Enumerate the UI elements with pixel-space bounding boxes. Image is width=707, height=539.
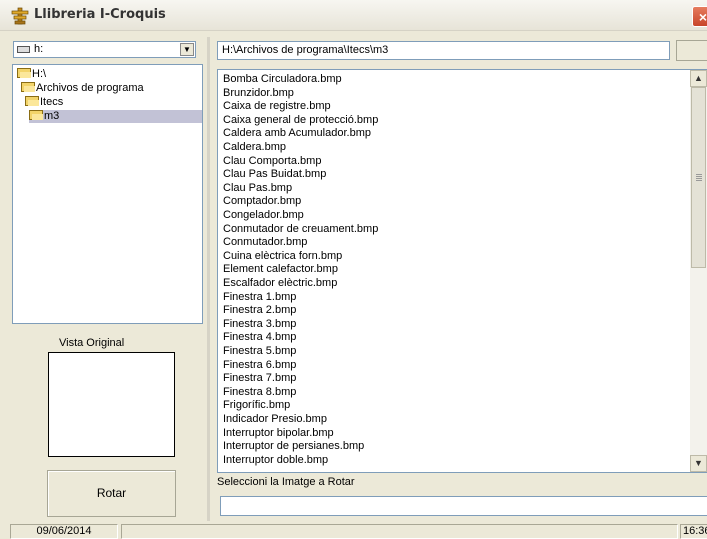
file-list-item[interactable]: Finestra 7.bmp <box>223 371 296 385</box>
drive-icon <box>17 46 30 53</box>
file-list-item[interactable]: Finestra 8.bmp <box>223 385 296 399</box>
file-list-item[interactable]: Caldera.bmp <box>223 140 286 154</box>
tree-item-itecs[interactable]: Itecs <box>25 96 63 109</box>
status-panel-empty <box>121 524 678 539</box>
close-icon: × <box>698 9 707 25</box>
tree-item-label: m3 <box>44 110 60 122</box>
tree-item-m3[interactable]: m3 <box>29 110 202 123</box>
file-list-item[interactable]: Interruptor de persianes.bmp <box>223 439 364 453</box>
status-bar: 09/06/2014 16:36 <box>0 523 707 539</box>
scroll-thumb[interactable] <box>691 87 706 268</box>
thumb-grip <box>696 180 702 181</box>
preview-label: Vista Original <box>59 337 125 349</box>
thumb-grip <box>696 178 702 179</box>
file-list-scrollbar[interactable]: ▲ ▼ <box>690 70 707 472</box>
rotate-button[interactable]: Rotar <box>47 470 176 517</box>
file-list-item[interactable]: Element calefactor.bmp <box>223 262 338 276</box>
main-window: Llibreria I-Croquis × h: ▼ H:\ Archivos … <box>0 0 707 539</box>
file-list-item[interactable]: Comptador.bmp <box>223 194 301 208</box>
status-date: 09/06/2014 <box>10 524 118 539</box>
path-field[interactable]: H:\Archivos de programa\Itecs\m3 <box>217 41 670 60</box>
file-list-item[interactable]: Caixa general de protecció.bmp <box>223 113 378 127</box>
file-list-item[interactable]: Indicador Presio.bmp <box>223 412 327 426</box>
file-list-item[interactable]: Finestra 3.bmp <box>223 317 296 331</box>
file-list-item[interactable]: Cuina elèctrica forn.bmp <box>223 249 342 263</box>
file-list-item[interactable]: Caldera amb Acumulador.bmp <box>223 126 371 140</box>
file-list-item[interactable]: Caixa de registre.bmp <box>223 99 331 113</box>
path-button[interactable] <box>676 40 707 61</box>
preview-image-box <box>48 352 175 457</box>
chevron-down-icon: ▼ <box>694 458 703 468</box>
file-list-item[interactable]: Bomba Circuladora.bmp <box>223 72 342 86</box>
file-list-item[interactable]: Finestra 1.bmp <box>223 290 296 304</box>
tree-item-label: H:\ <box>32 68 47 80</box>
file-list-item[interactable]: Brunzidor.bmp <box>223 86 294 100</box>
file-list-item[interactable]: Escalfador elèctric.bmp <box>223 276 337 290</box>
file-list-item[interactable]: Finestra 4.bmp <box>223 330 296 344</box>
file-list-item[interactable]: Finestra 6.bmp <box>223 358 296 372</box>
panel-splitter[interactable] <box>207 37 210 521</box>
tree-item-h-drive[interactable]: H:\ <box>17 68 46 81</box>
thumb-grip <box>696 176 702 177</box>
scroll-up-button[interactable]: ▲ <box>690 70 707 87</box>
tree-item-label: Archivos de programa <box>36 82 144 94</box>
drive-select-value: h: <box>34 43 44 55</box>
open-folder-icon <box>25 96 39 106</box>
file-list-item[interactable]: Interruptor doble.bmp <box>223 453 328 467</box>
file-list-item[interactable]: Congelador.bmp <box>223 208 304 222</box>
drive-select[interactable]: h: ▼ <box>13 41 196 58</box>
file-list-item[interactable]: Conmutador de creuament.bmp <box>223 222 378 236</box>
file-list-item[interactable]: Finestra 5.bmp <box>223 344 296 358</box>
file-list-item[interactable]: Frigorífic.bmp <box>223 398 290 412</box>
file-list[interactable]: Bomba Circuladora.bmp Brunzidor.bmp Caixa … <box>217 69 707 473</box>
file-list-item[interactable]: Interruptor bipolar.bmp <box>223 426 334 440</box>
status-message: Seleccioni la Imatge a Rotar <box>217 476 355 488</box>
chevron-down-icon[interactable]: ▼ <box>180 43 194 56</box>
file-list-item[interactable]: Clau Pas Buidat.bmp <box>223 167 326 181</box>
open-folder-icon <box>21 82 35 92</box>
directory-tree[interactable]: H:\ Archivos de programa Itecs m3 <box>12 64 203 324</box>
tree-item-label: Itecs <box>40 96 64 108</box>
window-title: Llibreria I-Croquis <box>34 7 166 22</box>
scroll-down-button[interactable]: ▼ <box>690 455 707 472</box>
title-bar[interactable]: Llibreria I-Croquis × <box>0 0 707 31</box>
chevron-up-icon: ▲ <box>694 73 703 83</box>
file-list-item[interactable]: Conmutador.bmp <box>223 235 307 249</box>
thumb-grip <box>696 174 702 175</box>
file-list-item[interactable]: Clau Comporta.bmp <box>223 154 321 168</box>
status-time: 16:36 <box>680 524 707 539</box>
file-list-item[interactable]: Clau Pas.bmp <box>223 181 292 195</box>
open-folder-icon <box>17 68 31 78</box>
message-field[interactable] <box>220 496 707 516</box>
file-list-item[interactable]: Finestra 2.bmp <box>223 303 296 317</box>
close-button[interactable]: × <box>692 6 707 27</box>
tree-item-archivos[interactable]: Archivos de programa <box>21 82 144 95</box>
open-folder-icon <box>29 110 43 120</box>
tool-stand-icon <box>11 7 29 25</box>
